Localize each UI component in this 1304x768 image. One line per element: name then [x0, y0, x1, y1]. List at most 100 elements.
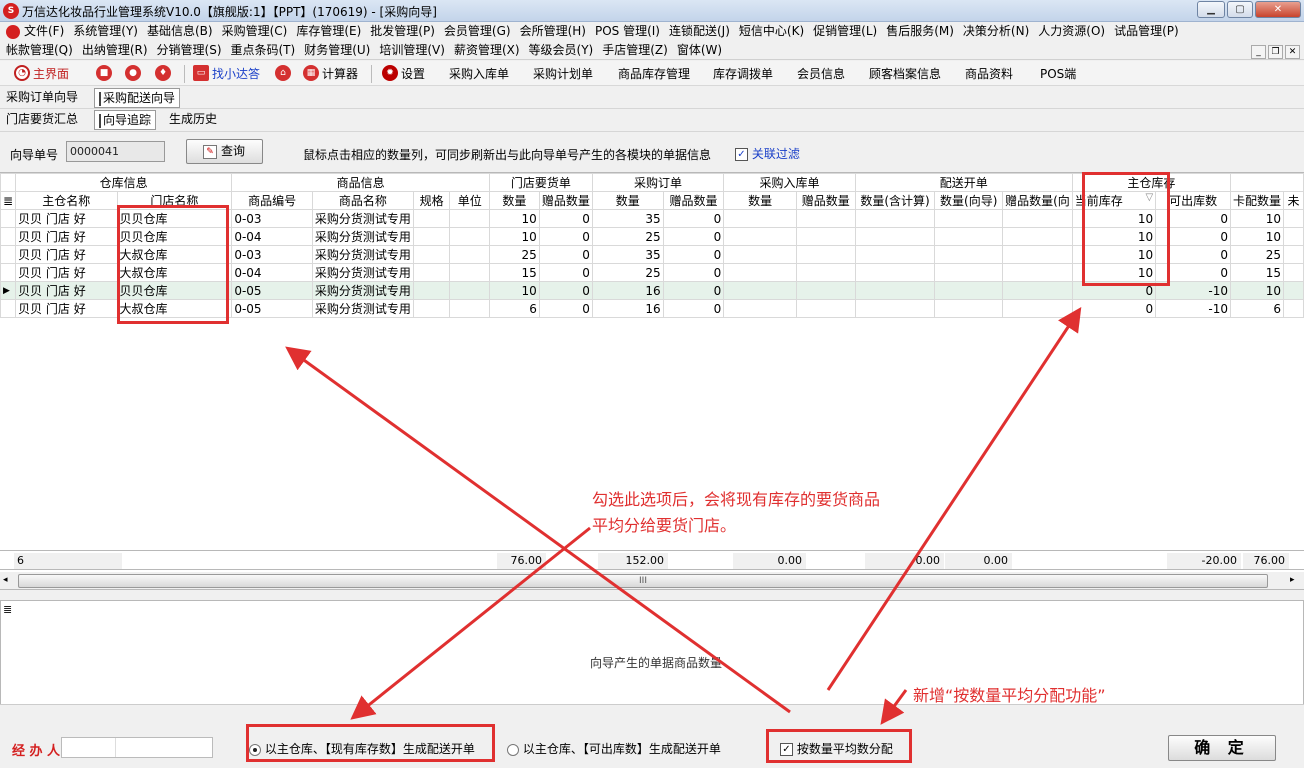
column-header[interactable]: 商品名称	[311, 191, 414, 210]
handler-input[interactable]	[61, 737, 213, 758]
column-header[interactable]: 赠品数量	[662, 191, 725, 210]
table-cell[interactable]: 0	[538, 245, 593, 264]
option-current-stock[interactable]: 以主仓库、【现有库存数】生成配送开单	[249, 740, 475, 757]
table-cell[interactable]: 贝贝 门店 好	[15, 209, 118, 228]
table-cell[interactable]	[854, 281, 936, 300]
table-cell[interactable]	[854, 245, 936, 264]
row-indicator[interactable]	[0, 245, 17, 264]
table-cell[interactable]	[449, 299, 490, 318]
table-cell[interactable]: 6	[488, 299, 540, 318]
maximize-icon[interactable]: ▢	[1227, 1, 1253, 18]
table-cell[interactable]: 0	[1155, 227, 1232, 246]
sort-icon[interactable]: ▽	[1145, 193, 1153, 204]
menu-file[interactable]: 文件(F)	[20, 22, 64, 41]
table-cell[interactable]: 10	[1230, 209, 1285, 228]
menu-cashier[interactable]: 出纳管理(R)	[73, 41, 148, 60]
table-cell[interactable]: 10	[488, 227, 540, 246]
toolbar-customer-file[interactable]: 顾客档案信息	[869, 65, 941, 83]
tab-purchase-distribution-guide[interactable]: 采购配送向导	[94, 88, 181, 108]
table-cell[interactable]	[723, 299, 797, 318]
bulb-button[interactable]: ♦	[155, 65, 174, 83]
menu-hr[interactable]: 人力资源(O)	[1029, 22, 1105, 41]
table-cell[interactable]: 15	[488, 263, 540, 282]
minimize-icon[interactable]: ▁	[1197, 1, 1225, 18]
table-cell[interactable]	[1002, 227, 1073, 246]
row-indicator[interactable]	[0, 263, 17, 282]
column-header[interactable]: 商品编号	[231, 191, 313, 210]
table-cell[interactable]: 贝贝 门店 好	[15, 299, 118, 318]
lower-column-chooser-icon[interactable]: ≣	[3, 603, 12, 616]
home-button[interactable]: ◔ 主界面	[14, 65, 69, 83]
mdi-close-icon[interactable]: ✕	[1285, 45, 1300, 59]
table-row[interactable]: 贝贝 门店 好大叔仓库 0-05 采购分货测试专用 6 0 16 0 0 -10 6	[0, 299, 1304, 318]
table-cell[interactable]: 15	[1230, 263, 1285, 282]
table-cell[interactable]: 0	[1155, 245, 1232, 264]
column-header[interactable]: 赠品数量	[795, 191, 856, 210]
table-cell[interactable]: 16	[591, 299, 664, 318]
menu-barcode[interactable]: 重点条码(T)	[222, 41, 296, 60]
table-cell[interactable]: 0-05	[231, 281, 313, 300]
table-cell[interactable]	[449, 245, 490, 264]
radio-icon[interactable]	[507, 743, 519, 756]
menu-inventory[interactable]: 库存管理(E)	[287, 22, 361, 41]
tab-purchase-order-guide[interactable]: 采购订单向导	[2, 88, 82, 108]
table-cell[interactable]	[1002, 209, 1073, 228]
table-cell[interactable]: 贝贝仓库	[116, 227, 233, 246]
table-cell[interactable]: 贝贝仓库	[116, 281, 233, 300]
guide-number-input[interactable]: 0000041	[66, 141, 165, 162]
table-cell[interactable]	[1283, 245, 1304, 264]
column-header[interactable]: 数量(含计算)	[854, 191, 936, 210]
table-cell[interactable]	[449, 281, 490, 300]
table-cell[interactable]	[412, 245, 451, 264]
column-header[interactable]: 规格	[412, 191, 451, 210]
table-cell[interactable]	[1283, 281, 1304, 300]
table-cell[interactable]	[449, 263, 490, 282]
table-cell[interactable]	[795, 209, 856, 228]
table-cell[interactable]: 0-03	[231, 245, 313, 264]
column-header[interactable]: 当前库存 ▽	[1071, 191, 1157, 210]
menu-wholesale[interactable]: 批发管理(P)	[361, 22, 435, 41]
menu-purchase[interactable]: 采购管理(C)	[213, 22, 288, 41]
table-cell[interactable]: 0	[538, 299, 593, 318]
table-cell[interactable]: 采购分货测试专用	[311, 227, 414, 246]
column-header[interactable]: 主仓名称	[15, 191, 118, 210]
table-cell[interactable]: 0	[538, 263, 593, 282]
table-cell[interactable]: 大叔仓库	[116, 245, 233, 264]
scroll-thumb[interactable]: III	[18, 574, 1268, 588]
table-cell[interactable]	[1283, 263, 1304, 282]
table-cell[interactable]: 16	[591, 281, 664, 300]
house-button[interactable]: ⌂	[275, 65, 294, 83]
confirm-button[interactable]: 确 定	[1168, 735, 1276, 761]
xiaoda-button[interactable]: ▭ 找小达答	[193, 65, 260, 83]
table-cell[interactable]	[1283, 227, 1304, 246]
menu-finance[interactable]: 财务管理(U)	[295, 41, 370, 60]
average-distribution-checkbox[interactable]: ✓ 按数量平均数分配	[780, 740, 893, 757]
column-header[interactable]: 可出库数	[1155, 191, 1232, 210]
table-cell[interactable]: 0	[662, 245, 725, 264]
table-cell[interactable]: 10	[1071, 209, 1157, 228]
table-cell[interactable]: 25	[591, 263, 664, 282]
menu-after-sales[interactable]: 售后服务(M)	[877, 22, 954, 41]
table-cell[interactable]: 贝贝 门店 好	[15, 227, 118, 246]
table-cell[interactable]	[412, 299, 451, 318]
column-header[interactable]: 单位	[449, 191, 490, 210]
tab-generate-history[interactable]: 生成历史	[165, 110, 221, 130]
table-cell[interactable]: 0	[1155, 263, 1232, 282]
row-indicator[interactable]	[0, 299, 17, 318]
table-cell[interactable]	[934, 299, 1004, 318]
table-cell[interactable]	[934, 263, 1004, 282]
column-header[interactable]: 赠品数量	[538, 191, 593, 210]
table-cell[interactable]: 贝贝 门店 好	[15, 281, 118, 300]
table-cell[interactable]	[854, 263, 936, 282]
table-cell[interactable]: 6	[1230, 299, 1285, 318]
table-cell[interactable]: 0-04	[231, 227, 313, 246]
table-cell[interactable]	[723, 263, 797, 282]
table-cell[interactable]	[449, 209, 490, 228]
table-cell[interactable]	[934, 227, 1004, 246]
toolbar-transfer[interactable]: 库存调拨单	[713, 65, 773, 83]
mdi-minimize-icon[interactable]: _	[1251, 45, 1266, 59]
menu-window[interactable]: 窗体(W)	[668, 41, 722, 60]
table-cell[interactable]	[934, 281, 1004, 300]
table-cell[interactable]	[934, 209, 1004, 228]
table-cell[interactable]: 25	[1230, 245, 1285, 264]
